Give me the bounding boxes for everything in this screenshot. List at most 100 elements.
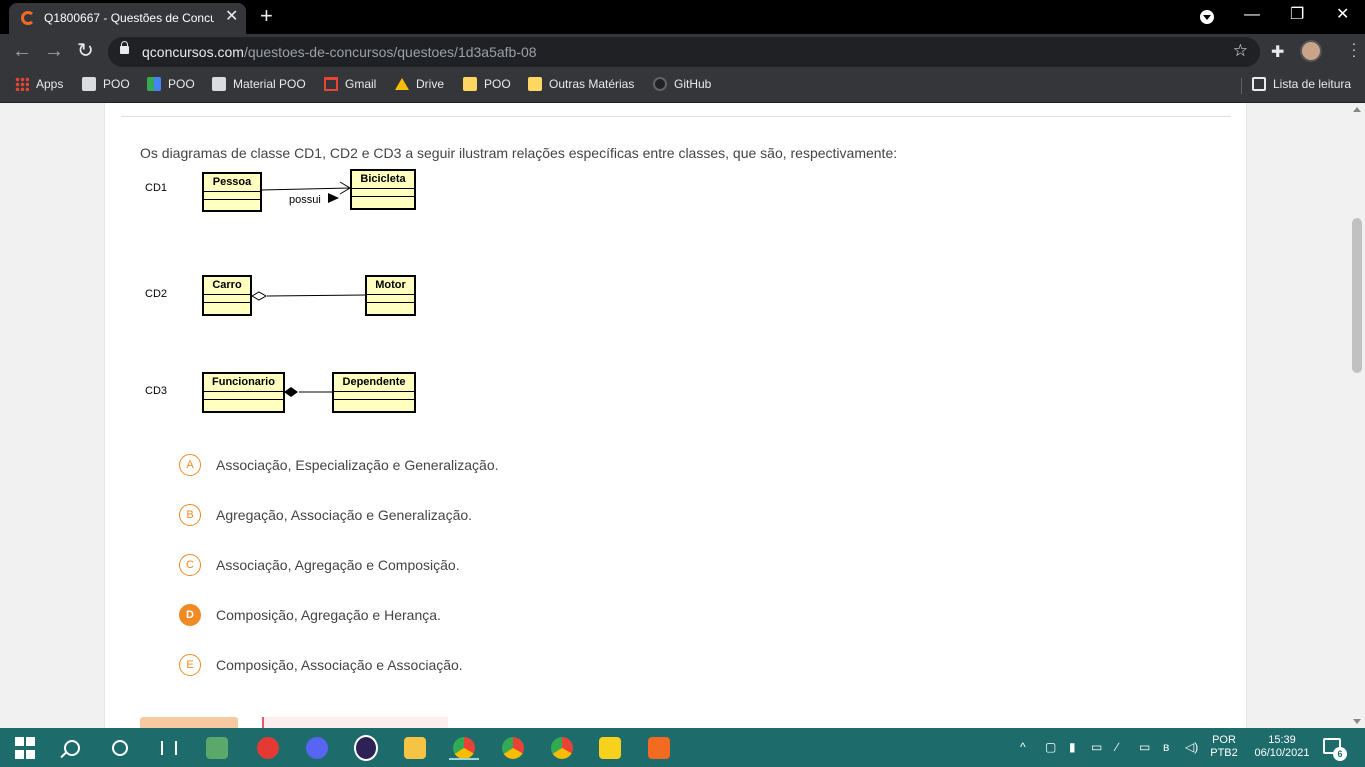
bookmarks-bar: Apps POO POO Material POO Gmail Drive PO… bbox=[0, 70, 1365, 103]
taskbar-app-network[interactable] bbox=[647, 736, 671, 760]
submit-answer-button[interactable] bbox=[140, 717, 238, 728]
taskbar-app-sticky-notes[interactable] bbox=[598, 736, 622, 760]
option-b[interactable]: B Agregação, Associação e Generalização. bbox=[179, 502, 472, 528]
bookmark-poo-1[interactable]: POO bbox=[82, 77, 130, 91]
option-d[interactable]: D Composição, Agregação e Herança. bbox=[179, 602, 441, 628]
new-tab-button[interactable]: + bbox=[260, 4, 273, 28]
option-c[interactable]: C Associação, Agregação e Composição. bbox=[179, 552, 460, 578]
scroll-down-icon[interactable] bbox=[1353, 719, 1361, 724]
language-indicator[interactable]: POR PTB2 bbox=[1210, 734, 1238, 760]
cd1-direction-triangle bbox=[328, 193, 339, 203]
option-letter[interactable]: E bbox=[179, 654, 201, 676]
class-attributes bbox=[204, 295, 250, 303]
taskbar-app-eclipse[interactable] bbox=[354, 735, 378, 761]
question-card: Os diagramas de classe CD1, CD2 e CD3 a … bbox=[104, 103, 1247, 728]
url-text[interactable]: qconcursos.com/questoes-de-concursos/que… bbox=[142, 44, 537, 60]
option-letter[interactable]: C bbox=[179, 554, 201, 576]
clock[interactable]: 15:39 06/10/2021 bbox=[1246, 734, 1318, 760]
scroll-thumb[interactable] bbox=[1352, 218, 1362, 373]
taskbar-app-chrome-1[interactable] bbox=[449, 736, 479, 760]
taskbar-app-chrome-3[interactable] bbox=[550, 736, 574, 760]
back-icon[interactable]: ← bbox=[12, 41, 32, 61]
uml-class-carro: Carro bbox=[202, 275, 252, 316]
class-attributes bbox=[352, 189, 414, 197]
uml-class-bicicleta: Bicicleta bbox=[350, 169, 416, 210]
meet-now-icon[interactable]: ▢ bbox=[1045, 739, 1056, 755]
option-letter[interactable]: A bbox=[179, 454, 201, 476]
taskbar-app-chrome-2[interactable] bbox=[501, 736, 525, 760]
class-attributes bbox=[367, 295, 414, 303]
forward-icon[interactable]: → bbox=[44, 41, 64, 61]
address-bar[interactable]: qconcursos.com/questoes-de-concursos/que… bbox=[108, 37, 1260, 67]
bookmark-apps[interactable]: Apps bbox=[15, 77, 63, 91]
page-viewport: Os diagramas de classe CD1, CD2 e CD3 a … bbox=[0, 103, 1365, 728]
chrome-icon bbox=[502, 737, 524, 759]
bookmark-github[interactable]: GitHub bbox=[653, 77, 711, 91]
scroll-up-icon[interactable] bbox=[1353, 107, 1361, 112]
bookmark-poo-3[interactable]: POO bbox=[463, 77, 511, 91]
drive-icon bbox=[395, 78, 409, 90]
task-view-button[interactable] bbox=[157, 736, 181, 760]
eclipse-icon bbox=[354, 735, 378, 761]
file-explorer-icon bbox=[404, 737, 426, 759]
taskbar-app-explorer[interactable] bbox=[403, 736, 427, 760]
option-a[interactable]: A Associação, Especialização e Generaliz… bbox=[179, 452, 499, 478]
start-windows-icon[interactable] bbox=[13, 736, 37, 760]
reading-list[interactable]: Lista de leitura bbox=[1252, 77, 1351, 91]
option-text[interactable]: Associação, Agregação e Composição. bbox=[216, 557, 460, 573]
option-e[interactable]: E Composição, Associação e Associação. bbox=[179, 652, 463, 678]
tray-chevron-icon[interactable]: ^ bbox=[1020, 739, 1026, 755]
title-bar: Q1800667 - Questões de Concur ✕ + — ❐ ✕ bbox=[0, 0, 1365, 34]
bookmark-material-poo[interactable]: Material POO bbox=[212, 77, 306, 91]
minimize-icon[interactable]: — bbox=[1244, 5, 1260, 25]
taskbar-app-discord[interactable] bbox=[305, 736, 329, 760]
reload-icon[interactable]: ↻ bbox=[77, 41, 94, 61]
contact-icon bbox=[82, 77, 96, 91]
tab-close-icon[interactable]: ✕ bbox=[225, 9, 238, 25]
battery-icon[interactable]: ▭ bbox=[1091, 739, 1102, 755]
tab-search-icon[interactable] bbox=[1200, 10, 1214, 24]
bluetooth-icon[interactable]: ʙ bbox=[1163, 739, 1169, 755]
class-attributes bbox=[204, 192, 260, 200]
bookmark-star-icon[interactable]: ☆ bbox=[1233, 41, 1248, 61]
display-icon[interactable]: ▭ bbox=[1139, 739, 1150, 755]
option-letter-selected[interactable]: D bbox=[179, 604, 201, 626]
taskbar-app-epic[interactable] bbox=[205, 736, 229, 760]
cd2-aggregation-line bbox=[266, 294, 367, 297]
uml-class-funcionario: Funcionario bbox=[202, 372, 285, 413]
option-text[interactable]: Agregação, Associação e Generalização. bbox=[216, 507, 472, 523]
option-text[interactable]: Composição, Agregação e Herança. bbox=[216, 607, 441, 623]
lock-icon[interactable] bbox=[120, 41, 129, 54]
cd2-hollow-diamond bbox=[250, 291, 268, 301]
answer-feedback-box bbox=[262, 717, 448, 728]
avatar[interactable] bbox=[1300, 40, 1322, 62]
cd3-filled-diamond bbox=[284, 387, 298, 397]
option-text[interactable]: Composição, Associação e Associação. bbox=[216, 657, 463, 673]
menu-icon[interactable]: · · · bbox=[1351, 36, 1357, 62]
cd2-label: CD2 bbox=[145, 288, 168, 300]
microphone-icon[interactable]: ▮ bbox=[1069, 739, 1076, 755]
search-button[interactable] bbox=[60, 736, 84, 760]
bookmark-outras-materias[interactable]: Outras Matérias bbox=[528, 77, 634, 91]
class-name: Motor bbox=[367, 277, 414, 295]
close-window-icon[interactable]: ✕ bbox=[1336, 5, 1349, 25]
cortana-icon bbox=[112, 740, 128, 756]
option-letter[interactable]: B bbox=[179, 504, 201, 526]
class-attributes bbox=[204, 392, 283, 400]
media-player-icon bbox=[257, 737, 279, 759]
bookmark-drive[interactable]: Drive bbox=[395, 77, 444, 91]
restore-icon[interactable]: ❐ bbox=[1290, 5, 1304, 25]
pen-icon[interactable]: ∕ bbox=[1116, 739, 1118, 755]
extensions-icon[interactable]: ✚ bbox=[1271, 42, 1284, 62]
bookmark-gmail[interactable]: Gmail bbox=[324, 77, 376, 91]
browser-tab[interactable]: Q1800667 - Questões de Concur ✕ bbox=[9, 3, 246, 34]
uml-class-motor: Motor bbox=[365, 275, 416, 316]
folder-icon bbox=[463, 77, 477, 91]
bookmark-poo-2[interactable]: POO bbox=[147, 77, 195, 91]
page-scrollbar[interactable] bbox=[1349, 103, 1365, 728]
option-text[interactable]: Associação, Especialização e Generalizaç… bbox=[216, 457, 499, 473]
volume-icon[interactable]: ◁) bbox=[1185, 739, 1198, 755]
cortana-button[interactable] bbox=[108, 736, 132, 760]
tab-title: Q1800667 - Questões de Concur bbox=[44, 11, 214, 25]
taskbar-app-player[interactable] bbox=[256, 736, 280, 760]
